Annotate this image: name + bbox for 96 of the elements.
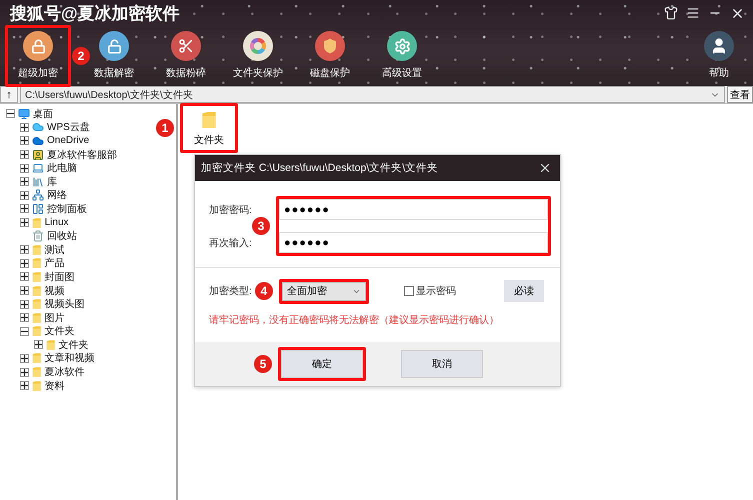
cancel-button[interactable]: 取消 bbox=[401, 350, 483, 378]
expand-icon[interactable] bbox=[20, 286, 29, 296]
expand-icon[interactable] bbox=[20, 300, 29, 309]
tree-item[interactable]: 封面图 bbox=[44, 270, 75, 284]
tree-item[interactable]: 回收站 bbox=[47, 229, 77, 244]
expand-icon[interactable] bbox=[20, 218, 29, 228]
ok-button[interactable]: 确定 bbox=[281, 350, 363, 378]
folder-icon bbox=[32, 270, 42, 283]
tree-item[interactable]: 库 bbox=[47, 174, 57, 189]
expand-icon[interactable] bbox=[20, 177, 29, 186]
collapse-icon[interactable] bbox=[20, 326, 29, 336]
tree-item[interactable]: 控制面板 bbox=[47, 202, 87, 216]
tree-item[interactable]: 桌面 bbox=[33, 106, 53, 121]
expand-icon[interactable] bbox=[20, 354, 29, 363]
checkbox-label[interactable]: 显示密码 bbox=[416, 284, 456, 298]
expand-icon[interactable] bbox=[20, 136, 29, 146]
help-button[interactable]: 帮助 bbox=[693, 28, 745, 84]
password-field[interactable]: ●●●●●● bbox=[279, 199, 548, 220]
tree-item[interactable]: 夏冰软件客服部 bbox=[47, 148, 117, 162]
collapse-icon[interactable] bbox=[6, 109, 15, 118]
tree-item[interactable]: 文件夹 bbox=[44, 324, 75, 338]
tree-item[interactable]: 图片 bbox=[44, 310, 65, 325]
tree-item[interactable]: 网络 bbox=[47, 188, 67, 202]
folder-icon bbox=[32, 257, 42, 270]
folder-icon bbox=[32, 325, 42, 338]
cloud-icon bbox=[32, 134, 44, 147]
network-icon bbox=[32, 189, 44, 202]
window-title: 搜狐号@夏冰加密软件 bbox=[10, 2, 180, 24]
field-label: 加密类型: bbox=[209, 284, 252, 298]
folder-icon bbox=[32, 216, 42, 229]
expand-icon[interactable] bbox=[20, 245, 29, 254]
toolbar-button[interactable]: 数据解密 bbox=[88, 28, 140, 84]
view-button[interactable]: 查看 bbox=[727, 86, 753, 103]
step-badge: 4 bbox=[254, 282, 273, 300]
toolbar-button[interactable]: 数据粉碎 bbox=[160, 28, 212, 84]
expand-icon[interactable] bbox=[20, 190, 29, 200]
expand-icon[interactable] bbox=[20, 204, 29, 214]
tree-item[interactable]: 资料 bbox=[44, 378, 65, 393]
checkbox[interactable] bbox=[404, 286, 414, 296]
expand-icon[interactable] bbox=[20, 258, 29, 268]
field-label: 加密密码: bbox=[209, 204, 252, 216]
folder-icon bbox=[32, 298, 42, 310]
tree-item[interactable]: 此电脑 bbox=[47, 161, 77, 176]
expand-icon[interactable] bbox=[20, 164, 29, 173]
step-badge: 1 bbox=[156, 119, 174, 137]
tree-item[interactable]: 产品 bbox=[44, 256, 65, 270]
tree-item[interactable]: 视频 bbox=[44, 284, 65, 298]
control-panel-icon bbox=[32, 202, 44, 215]
expand-icon[interactable] bbox=[20, 272, 29, 282]
expand-icon[interactable] bbox=[20, 150, 29, 160]
expand-icon[interactable] bbox=[20, 368, 29, 377]
folder-icon bbox=[32, 284, 42, 297]
tree-item[interactable]: 夏冰软件 bbox=[44, 365, 85, 380]
computer-icon bbox=[32, 162, 44, 174]
expand-icon[interactable] bbox=[34, 340, 43, 350]
folder-icon bbox=[46, 338, 56, 351]
expand-icon[interactable] bbox=[20, 313, 29, 322]
type-select[interactable]: 全面加密 bbox=[282, 282, 366, 300]
folder-icon bbox=[32, 366, 42, 378]
password-field[interactable]: ●●●●●● bbox=[279, 232, 548, 253]
tree-item[interactable]: Linux bbox=[44, 217, 68, 228]
expand-icon[interactable] bbox=[20, 381, 29, 390]
file-name[interactable]: 文件夹 bbox=[194, 133, 224, 147]
folder-icon bbox=[32, 380, 42, 392]
close-icon[interactable] bbox=[538, 161, 552, 175]
expand-icon[interactable] bbox=[20, 122, 29, 132]
tree-item[interactable]: 文章和视频 bbox=[44, 351, 95, 366]
up-button[interactable]: ↑ bbox=[0, 86, 18, 103]
toolbar-button[interactable]: 文件夹保护 bbox=[232, 28, 284, 84]
folder-icon bbox=[32, 352, 42, 364]
tree-item[interactable]: OneDrive bbox=[47, 135, 90, 146]
dialog-title: 加密文件夹 C:\Users\fuwu\Desktop\文件夹\文件夹 bbox=[201, 161, 438, 175]
tree-item[interactable]: 测试 bbox=[44, 242, 65, 257]
read-button[interactable]: 必读 bbox=[504, 280, 544, 302]
skin-icon[interactable] bbox=[664, 6, 678, 20]
folder-icon bbox=[201, 110, 217, 130]
recycle-bin-icon bbox=[32, 230, 44, 242]
tree-item[interactable]: 文件夹 bbox=[58, 338, 89, 352]
user-folder-icon bbox=[32, 148, 44, 161]
tree-item[interactable]: 视频头图 bbox=[44, 297, 85, 312]
tree-item[interactable]: WPS云盘 bbox=[47, 120, 90, 134]
folder-icon bbox=[32, 244, 42, 256]
toolbar-button[interactable]: 高级设置 bbox=[376, 28, 428, 84]
folder-icon bbox=[32, 312, 42, 324]
desktop-icon bbox=[18, 108, 30, 120]
step-badge: 3 bbox=[252, 217, 270, 235]
cloud-icon bbox=[32, 121, 44, 134]
library-icon bbox=[32, 176, 44, 188]
warning-text: 请牢记密码，没有正确密码将无法解密（建议显示密码进行确认） bbox=[209, 314, 500, 327]
menu-icon[interactable] bbox=[686, 6, 700, 20]
field-label: 再次输入: bbox=[209, 236, 252, 250]
toolbar-button[interactable]: 磁盘保护 bbox=[304, 28, 356, 84]
step-badge: 2 bbox=[72, 47, 90, 65]
path-text: C:\Users\fuwu\Desktop\文件夹\文件夹 bbox=[25, 88, 193, 102]
step-badge: 5 bbox=[254, 355, 272, 373]
path-field[interactable]: C:\Users\fuwu\Desktop\文件夹\文件夹 bbox=[20, 86, 725, 103]
